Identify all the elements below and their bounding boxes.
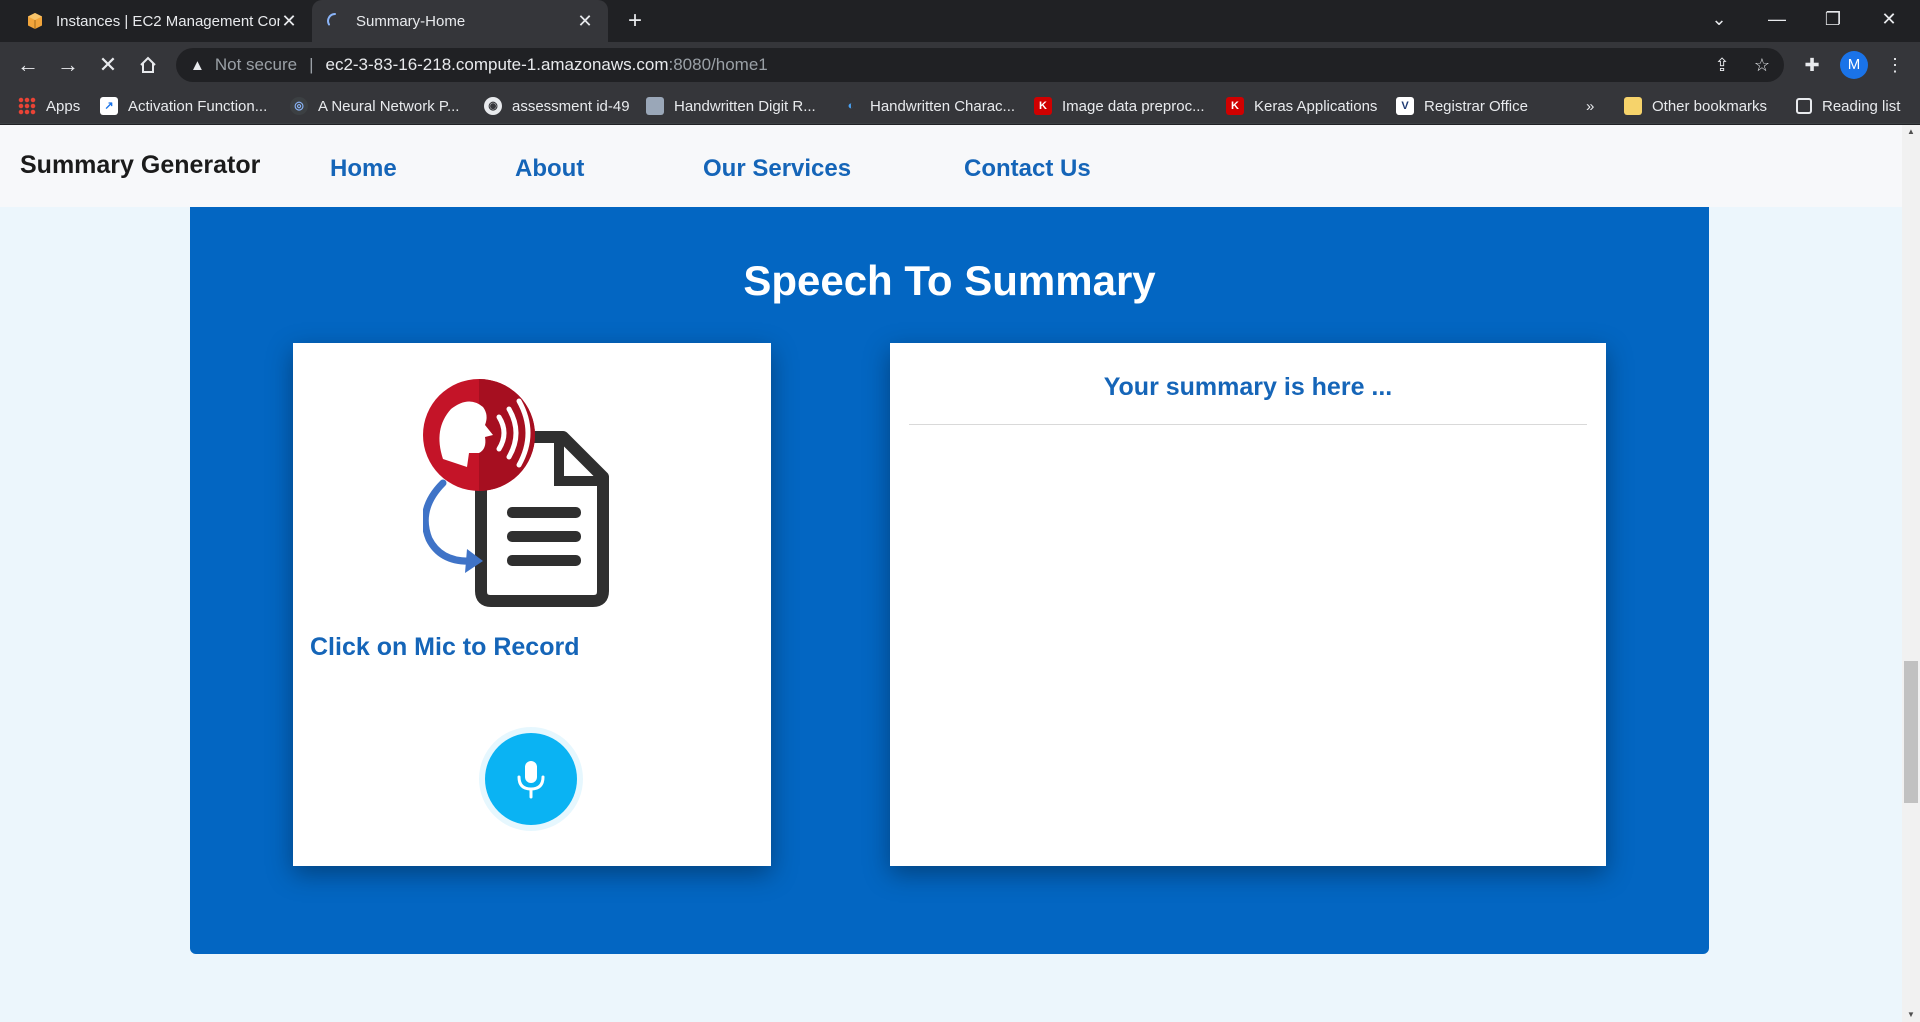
bookmark-handwritten-character[interactable]: ◐ Handwritten Charac... [842, 88, 1015, 124]
summary-heading: Your summary is here ... [1103, 373, 1393, 401]
bookmarks-bar: Apps ↗ Activation Function... ◎ A Neural… [0, 88, 1920, 124]
v-logo-icon: V [1396, 97, 1414, 115]
tab-title: Instances | EC2 Management Con [56, 12, 280, 30]
bookmark-image-data[interactable]: K Image data preproc... [1034, 88, 1205, 124]
bookmark-label: Activation Function... [128, 97, 268, 115]
apps-grid-icon [18, 97, 36, 115]
bookmark-label: Image data preproc... [1062, 97, 1205, 115]
tab-strip: Instances | EC2 Management Con ✕ Summary… [0, 0, 1920, 42]
record-card: Click on Mic to Record [293, 343, 771, 866]
summary-output [909, 438, 1587, 848]
tab-ec2-instances[interactable]: Instances | EC2 Management Con ✕ [12, 0, 312, 42]
bookmark-other-bookmarks[interactable]: Other bookmarks [1624, 88, 1767, 124]
address-bar[interactable]: ▲ Not secure | ec2-3-83-16-218.compute-1… [176, 48, 1784, 82]
bookmark-label: Other bookmarks [1652, 97, 1768, 115]
page-scrollbar[interactable]: ▲ ▼ [1902, 125, 1920, 1022]
bookmark-apps[interactable]: Apps [18, 88, 80, 124]
bookmark-assessment[interactable]: ◉ assessment id-49 [484, 88, 630, 124]
restore-button[interactable]: ❐ [1806, 0, 1860, 42]
extensions-puzzle-icon[interactable]: ✚ [1795, 48, 1829, 82]
close-tab-icon[interactable]: ✕ [576, 11, 594, 32]
image-thumbnail-icon [646, 97, 664, 115]
reading-list-button[interactable]: Reading list [1796, 88, 1900, 124]
nav-home[interactable]: Home [330, 155, 397, 183]
folder-icon [1624, 97, 1642, 115]
bookmark-label: Keras Applications [1254, 97, 1378, 115]
nav-our-services[interactable]: Our Services [703, 155, 851, 183]
tab-title: Summary-Home [356, 12, 466, 30]
bookmark-label: Handwritten Digit R... [674, 97, 816, 115]
record-mic-button[interactable] [485, 733, 577, 825]
warning-triangle-icon: ▲ [190, 56, 205, 74]
new-tab-button[interactable]: + [620, 6, 650, 36]
share-icon[interactable]: ⇪ [1705, 48, 1739, 82]
tab-summary-home[interactable]: Summary-Home ✕ [312, 0, 608, 42]
bookmark-label: A Neural Network P... [318, 97, 460, 115]
home-icon [140, 56, 156, 73]
address-separator: | [309, 55, 314, 74]
stop-loading-button[interactable]: ✕ [92, 49, 124, 81]
summary-card: Your summary is here ... [890, 343, 1606, 866]
bookmark-star-icon[interactable]: ☆ [1745, 48, 1779, 82]
scroll-down-arrow-icon[interactable]: ▼ [1902, 1008, 1920, 1022]
page-viewport: Summary Generator Home About Our Service… [0, 125, 1920, 1022]
section-title: Speech To Summary [743, 257, 1156, 304]
tab-search-icon[interactable]: ⌄ [1692, 0, 1746, 42]
bookmark-activation-function[interactable]: ↗ Activation Function... [100, 88, 267, 124]
forward-button[interactable]: → [52, 49, 84, 81]
summary-divider [909, 424, 1587, 425]
bookmark-neural-network[interactable]: ◎ A Neural Network P... [290, 88, 459, 124]
home-button[interactable] [132, 49, 164, 81]
bookmark-label: Registrar Office [1424, 97, 1528, 115]
browser-toolbar: ← → ✕ ▲ Not secure | ec2-3-83-16-218.com… [0, 42, 1920, 88]
speech-to-document-illustration [423, 379, 609, 607]
profile-avatar[interactable]: M [1840, 51, 1868, 79]
chart-line-icon: ↗ [100, 97, 118, 115]
speech-to-summary-section: Speech To Summary Click on Mic to Record… [190, 207, 1709, 954]
bookmark-label: Reading list [1822, 97, 1901, 115]
keras-k-icon: K [1034, 97, 1052, 115]
close-tab-icon[interactable]: ✕ [280, 11, 298, 32]
edge-swirl-icon: ◐ [842, 97, 860, 115]
scrollbar-thumb[interactable] [1904, 661, 1918, 803]
nav-contact-us[interactable]: Contact Us [964, 155, 1091, 183]
keras-k-icon: K [1226, 97, 1244, 115]
site-brand[interactable]: Summary Generator [20, 151, 260, 180]
site-navbar: Summary Generator Home About Our Service… [0, 125, 1902, 207]
minimize-button[interactable]: — [1750, 0, 1804, 42]
security-label: Not secure [214, 55, 298, 74]
bookmark-label: Apps [46, 97, 81, 115]
world-icon: ◉ [484, 97, 502, 115]
menu-kebab-icon[interactable]: ⋮ [1878, 48, 1912, 82]
url-path: :8080/home1 [668, 55, 768, 74]
bookmarks-overflow-button[interactable]: » [1586, 88, 1594, 124]
reading-list-icon [1796, 98, 1812, 114]
back-button[interactable]: ← [12, 49, 44, 81]
nav-about[interactable]: About [515, 155, 584, 183]
scroll-up-arrow-icon[interactable]: ▲ [1902, 125, 1920, 139]
url-host: ec2-3-83-16-218.compute-1.amazonaws.com [325, 55, 669, 74]
aws-box-icon [28, 13, 42, 29]
bookmark-label: assessment id-49 [512, 97, 630, 115]
close-window-button[interactable]: ✕ [1862, 0, 1916, 42]
bookmark-keras-applications[interactable]: K Keras Applications [1226, 88, 1377, 124]
globe-icon: ◎ [290, 97, 308, 115]
microphone-icon [517, 761, 545, 799]
bookmark-handwritten-digit[interactable]: Handwritten Digit R... [646, 88, 816, 124]
bookmark-registrar-office[interactable]: V Registrar Office [1396, 88, 1528, 124]
bookmark-label: Handwritten Charac... [870, 97, 1016, 115]
loading-spinner-icon [327, 13, 336, 26]
record-instruction: Click on Mic to Record [310, 633, 580, 661]
